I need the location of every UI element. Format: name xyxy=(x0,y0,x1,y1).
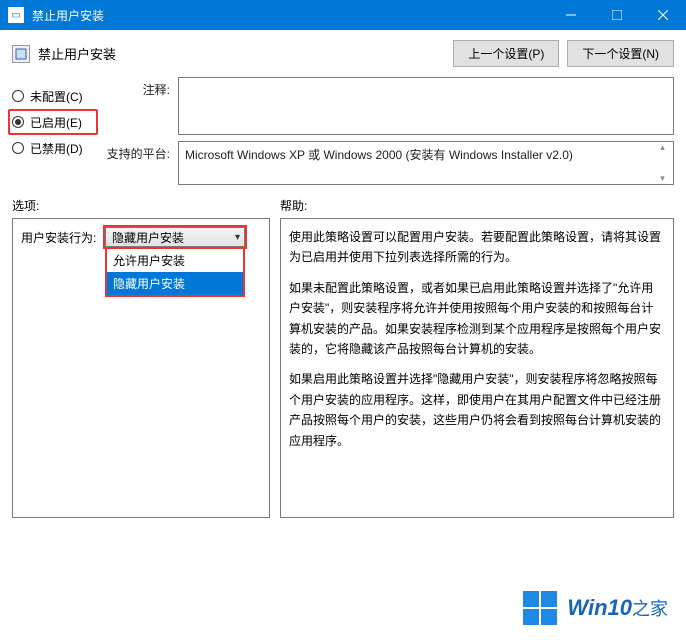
chevron-down-icon: ▾ xyxy=(235,232,240,243)
behavior-label: 用户安装行为: xyxy=(21,227,99,246)
app-icon: ▭ xyxy=(8,7,24,23)
radio-enabled[interactable]: 已启用(E) xyxy=(8,109,98,135)
scroll-down-icon: ▾ xyxy=(660,173,665,184)
lower-area: 用户安装行为: 隐藏用户安装 ▾ 允许用户安装 隐藏用户安装 使用此策略设置可以… xyxy=(0,218,686,528)
options-section-label: 选项: xyxy=(12,197,280,214)
behavior-dropdown: 允许用户安装 隐藏用户安装 xyxy=(105,247,245,297)
combo-selected-value: 隐藏用户安装 xyxy=(112,229,184,246)
behavior-combo[interactable]: 隐藏用户安装 ▾ xyxy=(105,227,245,247)
radio-icon xyxy=(12,116,24,128)
help-paragraph: 如果未配置此策略设置，或者如果已启用此策略设置并选择了"允许用户安装"，则安装程… xyxy=(289,278,665,360)
behavior-combo-wrap: 隐藏用户安装 ▾ 允许用户安装 隐藏用户安装 xyxy=(105,227,261,247)
radio-label: 已启用(E) xyxy=(30,114,82,131)
minimize-icon xyxy=(566,10,576,20)
help-paragraph: 使用此策略设置可以配置用户安装。若要配置此策略设置，请将其设置为已启用并使用下拉… xyxy=(289,227,665,268)
comment-label: 注释: xyxy=(106,77,170,98)
radio-group: 未配置(C) 已启用(E) 已禁用(D) xyxy=(6,77,98,185)
help-panel: 使用此策略设置可以配置用户安装。若要配置此策略设置，请将其设置为已启用并使用下拉… xyxy=(280,218,674,518)
maximize-icon xyxy=(612,10,622,20)
upper-area: 未配置(C) 已启用(E) 已禁用(D) 注释: 支持的平台: Microsof… xyxy=(0,75,686,187)
options-panel: 用户安装行为: 隐藏用户安装 ▾ 允许用户安装 隐藏用户安装 xyxy=(12,218,270,518)
comment-textarea[interactable] xyxy=(178,77,674,135)
next-setting-button[interactable]: 下一个设置(N) xyxy=(567,40,674,67)
watermark-brand: Win10 xyxy=(567,595,632,620)
dropdown-item-allow[interactable]: 允许用户安装 xyxy=(107,249,243,272)
radio-icon xyxy=(12,90,24,102)
close-icon xyxy=(658,10,668,20)
radio-icon xyxy=(12,142,24,154)
radio-disabled[interactable]: 已禁用(D) xyxy=(12,135,98,161)
fields-column: 注释: 支持的平台: Microsoft Windows XP 或 Window… xyxy=(106,77,674,185)
watermark: Win10之家 xyxy=(523,591,668,625)
radio-label: 未配置(C) xyxy=(30,88,83,105)
radio-not-configured[interactable]: 未配置(C) xyxy=(12,83,98,109)
platform-box: Microsoft Windows XP 或 Windows 2000 (安装有… xyxy=(178,141,674,185)
close-button[interactable] xyxy=(640,0,686,30)
titlebar: ▭ 禁止用户安装 xyxy=(0,0,686,30)
scrollbar[interactable]: ▴ ▾ xyxy=(654,142,671,184)
help-paragraph: 如果启用此策略设置并选择"隐藏用户安装"，则安装程序将忽略按照每个用户安装的应用… xyxy=(289,369,665,451)
maximize-button[interactable] xyxy=(594,0,640,30)
dropdown-item-hide[interactable]: 隐藏用户安装 xyxy=(107,272,243,295)
page-title: 禁止用户安装 xyxy=(38,44,445,63)
minimize-button[interactable] xyxy=(548,0,594,30)
policy-icon xyxy=(12,45,30,63)
platform-row: 支持的平台: Microsoft Windows XP 或 Windows 20… xyxy=(106,141,674,185)
prev-setting-button[interactable]: 上一个设置(P) xyxy=(453,40,559,67)
window-title: 禁止用户安装 xyxy=(32,7,548,24)
help-section-label: 帮助: xyxy=(280,197,674,214)
platform-label: 支持的平台: xyxy=(106,141,170,162)
scroll-up-icon: ▴ xyxy=(660,142,665,153)
header-row: 禁止用户安装 上一个设置(P) 下一个设置(N) xyxy=(0,30,686,75)
platform-value: Microsoft Windows XP 或 Windows 2000 (安装有… xyxy=(185,148,573,162)
radio-label: 已禁用(D) xyxy=(30,140,83,157)
windows-logo-icon xyxy=(523,591,557,625)
behavior-row: 用户安装行为: 隐藏用户安装 ▾ 允许用户安装 隐藏用户安装 xyxy=(21,227,261,247)
comment-row: 注释: xyxy=(106,77,674,135)
watermark-suffix: 之家 xyxy=(632,599,668,619)
section-labels: 选项: 帮助: xyxy=(0,187,686,218)
